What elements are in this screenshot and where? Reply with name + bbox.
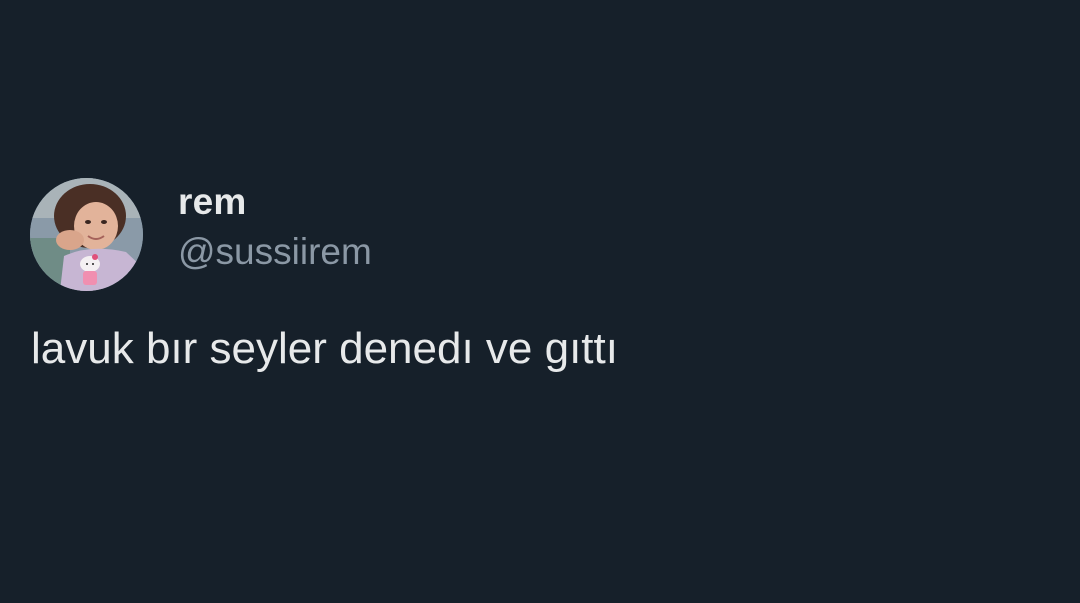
profile-photo-icon xyxy=(30,178,143,291)
display-name[interactable]: rem xyxy=(178,180,246,224)
avatar[interactable] xyxy=(30,178,143,291)
tweet-text: lavuk bır seyler denedı ve gıttı xyxy=(31,324,618,373)
user-handle[interactable]: @sussiirem xyxy=(178,230,372,274)
tweet-card: rem @sussiirem lavuk bır seyler denedı v… xyxy=(0,0,1080,603)
